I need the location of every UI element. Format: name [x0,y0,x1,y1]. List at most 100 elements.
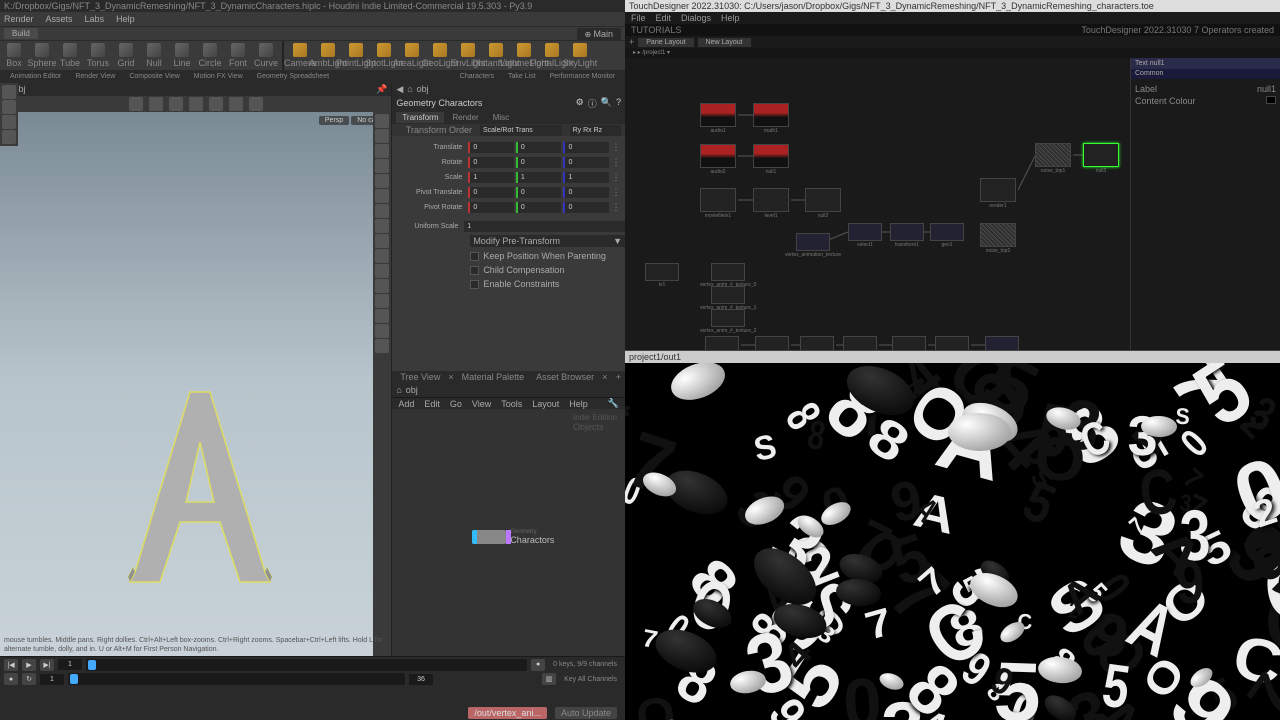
display-opt-15[interactable] [375,324,389,338]
select-tool[interactable] [129,97,143,111]
param-g-input[interactable]: 0 [516,202,562,213]
tab-anim-editor[interactable]: Animation Editor [4,72,67,81]
td-node-transform1[interactable]: transform1 [890,223,924,248]
td-node-math2[interactable]: math2 [892,336,926,350]
tab-transform[interactable]: Transform [396,112,444,123]
param-g-input[interactable]: 0 [516,142,562,153]
camera-selector[interactable]: Persp [319,116,349,125]
key-status[interactable]: Key All Channels [560,676,621,683]
display-opt-4[interactable] [375,159,389,173]
display-opt-8[interactable] [375,219,389,233]
td-param-label[interactable]: Labelnull1 [1135,83,1276,95]
xform-order[interactable]: Scale/Rot Trans [480,125,562,136]
tab-matpalette[interactable]: Material Palette [458,372,529,382]
pretransform-dropdown[interactable]: Modify Pre-Transform▼ [470,235,625,247]
td-node-vertex_anim_#_texture_1[interactable]: vertex_anim_#_texture_1 [700,286,756,311]
param-menu-icon[interactable]: ⋮ [611,187,621,198]
auto-update-toggle[interactable]: Auto Update [555,707,617,719]
td-node-noise_top1[interactable]: noise_top1 [1035,143,1071,174]
display-opt-10[interactable] [375,249,389,263]
check-constraints[interactable]: Enable Constraints [392,277,625,291]
menu-help[interactable]: Help [116,14,135,24]
play-button[interactable]: ▶ [22,659,36,671]
td-node-rename1[interactable]: rename1 [843,336,877,350]
td-path[interactable]: ▸ ▸ /project1 ▾ [625,48,1280,58]
tab-perfmon[interactable]: Performance Monitor [544,72,621,81]
lasso-tool-icon[interactable] [2,100,16,114]
shelf-tube[interactable]: Tube [56,41,84,70]
td-param-header[interactable]: Text null1 [1131,58,1280,69]
network-node[interactable]: Geometry Charactors [472,529,554,545]
scale-tool[interactable] [189,97,203,111]
shelf-font[interactable]: Font [224,41,252,70]
td-param-colour[interactable]: Content Colour [1135,95,1276,107]
tab-render-view[interactable]: Render View [69,72,121,81]
wire-tool[interactable] [229,97,243,111]
params-path-text[interactable]: obj [417,84,429,94]
brush-tool-icon[interactable] [2,130,16,144]
param-g-input[interactable]: 1 [516,172,562,183]
td-plus-icon[interactable]: + [629,37,634,47]
tab-takelist[interactable]: Take List [502,72,542,81]
timeline-slider[interactable] [86,659,527,671]
tab-render[interactable]: Render [446,112,484,123]
param-r-input[interactable]: 0 [468,157,514,168]
move-tool[interactable] [149,97,163,111]
td-node-select2[interactable]: select2 [800,336,834,350]
menu-labs[interactable]: Labs [85,14,105,24]
param-g-input[interactable]: 0 [516,187,562,198]
td-tab-newlayout[interactable]: New Layout [698,38,751,47]
net-help[interactable]: Help [569,399,588,409]
td-edit[interactable]: Edit [656,13,672,23]
net-tools[interactable]: Tools [501,399,522,409]
display-opt-12[interactable] [375,279,389,293]
param-r-input[interactable]: 1 [468,172,514,183]
shelf-sky[interactable]: SkyLight [566,41,594,70]
rot-order[interactable]: Ry Rx Rz [570,125,621,136]
search-icon[interactable]: 🔍 [601,97,612,110]
td-render-titlebar[interactable]: project1/out1 [625,351,1280,363]
td-node-1.032[interactable]: 1.032 [985,336,1019,350]
info-icon[interactable]: ⓘ [588,97,597,110]
param-r-input[interactable]: 0 [468,187,514,198]
param-r-input[interactable]: 0 [468,142,514,153]
play-end-button[interactable]: ▶| [40,659,54,671]
tab-mfx-view[interactable]: Motion FX View [188,72,249,81]
td-node-null4[interactable]: null4 [935,336,969,350]
display-opt-16[interactable] [375,339,389,353]
help-icon[interactable]: ? [616,97,621,110]
tab-characters[interactable]: Characters [454,72,500,81]
record-button[interactable]: ● [4,673,18,685]
td-node-noise_top2[interactable]: noise_top2 [980,223,1016,254]
shelf-box[interactable]: Box [0,41,28,70]
td-network[interactable]: audio1math1audio2null1moviefilein1level1… [625,58,1130,350]
param-b-input[interactable]: 0 [563,202,609,213]
menu-render[interactable]: Render [4,14,34,24]
td-dialogs[interactable]: Dialogs [681,13,711,23]
current-frame[interactable] [58,659,82,670]
shelf-torus[interactable]: Torus [84,41,112,70]
param-b-input[interactable]: 1 [563,172,609,183]
end-frame[interactable] [409,674,433,685]
td-node-vertex_anim_#_texture_2[interactable]: vertex_anim_#_texture_2 [700,309,756,334]
td-tab-panelayout[interactable]: Pane Layout [638,38,693,47]
param-b-input[interactable]: 0 [563,142,609,153]
param-g-input[interactable]: 0 [516,157,562,168]
home-icon-3[interactable]: ⌂ [396,385,401,395]
td-node-tv1[interactable]: tv1 [645,263,679,288]
net-edit[interactable]: Edit [424,399,440,409]
pin-icon[interactable]: 📌 [376,84,387,95]
param-menu-icon[interactable]: ⋮ [611,142,621,153]
key-button[interactable]: ● [531,659,545,671]
gear-icon[interactable]: ⚙ [576,97,584,110]
back-icon[interactable]: ◀ [396,84,403,95]
td-node-level1[interactable]: level1 [753,188,789,219]
net-go[interactable]: Go [450,399,462,409]
desktop-build[interactable]: Build [4,28,38,39]
loop-button[interactable]: ↻ [22,673,36,685]
td-node-vertex_animation_texture[interactable]: vertex_animation_texture [785,233,841,258]
param-b-input[interactable]: 0 [563,157,609,168]
td-node-math1[interactable]: math1 [753,103,789,134]
td-node-vertex_anim_#_texture_0[interactable]: vertex_anim_#_texture_0 [700,263,756,288]
rotate-tool[interactable] [169,97,183,111]
